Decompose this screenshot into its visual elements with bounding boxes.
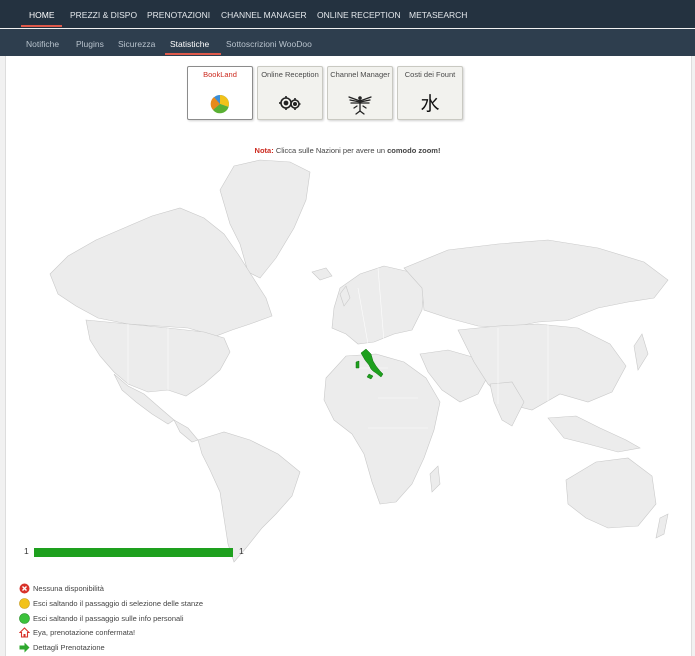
country-madagascar bbox=[429, 465, 441, 493]
legend-label: Nessuna disponibilità bbox=[33, 584, 104, 593]
country-southeast-asia bbox=[547, 415, 641, 453]
pie-chart-icon bbox=[210, 94, 230, 114]
country-japan bbox=[633, 333, 649, 371]
legend-label: Eya, prenotazione confermata! bbox=[33, 628, 136, 637]
card-bookland[interactable]: BookLand bbox=[187, 66, 253, 120]
country-central-america bbox=[173, 419, 199, 443]
note-label: Nota: bbox=[254, 146, 274, 155]
tab-sicurezza[interactable]: Sicurezza bbox=[118, 29, 155, 56]
country-europe bbox=[331, 265, 425, 345]
yellow-circle-icon bbox=[19, 598, 30, 609]
card-online-reception[interactable]: Online Reception bbox=[257, 66, 323, 120]
top-navigation: HOME PREZZI & DISPO PRENOTAZIONI CHANNEL… bbox=[0, 0, 695, 28]
country-russia bbox=[403, 239, 669, 329]
note-emphasis: comodo zoom! bbox=[387, 146, 441, 155]
scale-bar bbox=[34, 548, 233, 557]
legend-label: Esci saltando il passaggio di selezione … bbox=[33, 599, 204, 608]
country-iceland bbox=[311, 267, 333, 281]
nav-home[interactable]: HOME bbox=[29, 0, 55, 28]
world-map[interactable] bbox=[28, 158, 678, 568]
eagle-icon bbox=[348, 96, 372, 115]
card-channel-manager[interactable]: Channel Manager bbox=[327, 66, 393, 120]
tab-notifiche[interactable]: Notifiche bbox=[26, 29, 59, 56]
country-australia bbox=[565, 457, 657, 529]
scale-max-label: 1 bbox=[239, 546, 244, 556]
nav-prenotazioni[interactable]: PRENOTAZIONI bbox=[147, 0, 210, 28]
sub-navigation: Notifiche Plugins Sicurezza Statistiche … bbox=[0, 29, 695, 56]
nav-active-underline bbox=[21, 25, 62, 27]
card-label: Online Reception bbox=[261, 70, 319, 79]
country-south-america bbox=[197, 431, 301, 563]
card-label: Channel Manager bbox=[330, 70, 390, 79]
tab-sottoscrizioni-woodoo[interactable]: Sottoscrizioni WooDoo bbox=[226, 29, 312, 56]
water-character-icon: 水 bbox=[420, 93, 440, 115]
nav-metasearch[interactable]: METASEARCH bbox=[409, 0, 467, 28]
tab-statistiche[interactable]: Statistiche bbox=[170, 29, 209, 56]
nav-online-reception[interactable]: ONLINE RECEPTION bbox=[317, 0, 401, 28]
legend-label: Dettagli Prenotazione bbox=[33, 643, 105, 652]
card-label: BookLand bbox=[203, 70, 237, 79]
gears-icon bbox=[279, 96, 301, 110]
legend-label: Esci saltando il passaggio sulle info pe… bbox=[33, 614, 184, 623]
country-new-zealand bbox=[655, 513, 669, 539]
country-asia bbox=[457, 323, 627, 411]
nav-prezzi-dispo[interactable]: PREZZI & DISPO bbox=[70, 0, 137, 28]
note-body: Clicca sulle Nazioni per avere un bbox=[275, 146, 386, 155]
card-label: Costi dei Fount bbox=[404, 70, 456, 79]
note-text: Nota: Clicca sulle Nazioni per avere un … bbox=[0, 146, 695, 155]
tab-active-underline bbox=[165, 53, 221, 55]
tab-plugins[interactable]: Plugins bbox=[76, 29, 104, 56]
green-circle-icon bbox=[19, 613, 30, 624]
scale-min-label: 1 bbox=[24, 546, 29, 556]
nav-channel-manager[interactable]: CHANNEL MANAGER bbox=[221, 0, 307, 28]
green-arrow-icon bbox=[19, 642, 30, 653]
house-icon bbox=[19, 627, 30, 638]
red-x-icon bbox=[19, 583, 30, 594]
country-africa bbox=[323, 353, 441, 505]
card-costi-dei-fount[interactable]: Costi dei Fount 水 bbox=[397, 66, 463, 120]
